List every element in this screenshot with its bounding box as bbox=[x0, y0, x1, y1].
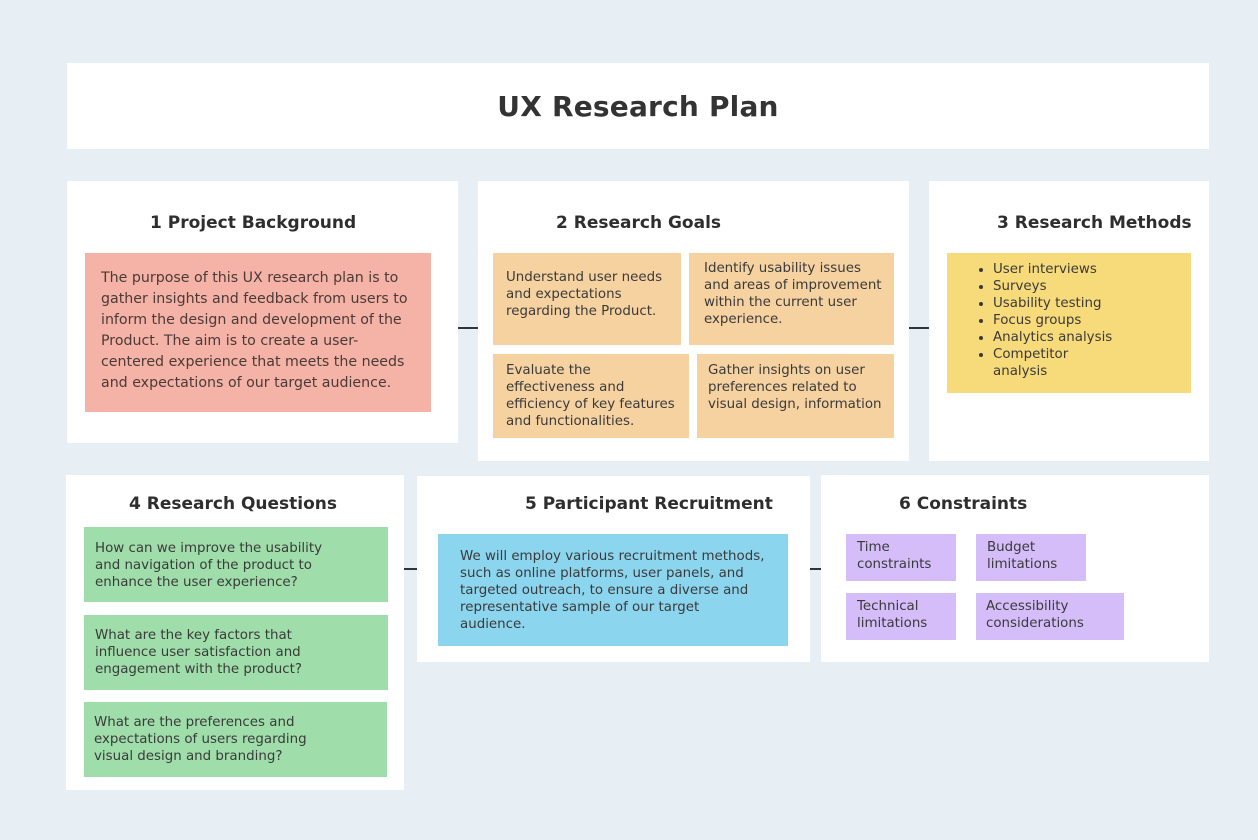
section-heading: 2 Research Goals bbox=[556, 213, 722, 233]
note-text: Understand user needs and expectations r… bbox=[506, 270, 663, 319]
list-item: Competitor analysis bbox=[993, 346, 1103, 380]
section-research-questions: 4 Research Questions How can we improve … bbox=[66, 475, 404, 790]
note-text: Technical limitations bbox=[857, 599, 928, 631]
note-text: What are the preferences and expectation… bbox=[94, 715, 307, 764]
list-item: Usability testing bbox=[993, 295, 1181, 312]
note-text: What are the key factors that influence … bbox=[95, 628, 302, 677]
sticky-note-background[interactable]: The purpose of this UX research plan is … bbox=[85, 253, 431, 412]
list-item: User interviews bbox=[993, 261, 1181, 278]
connector-line bbox=[458, 327, 478, 329]
sticky-note-recruitment[interactable]: We will employ various recruitment metho… bbox=[438, 534, 788, 646]
sticky-note-goal[interactable]: Understand user needs and expectations r… bbox=[493, 253, 681, 345]
sticky-note-goal[interactable]: Evaluate the effectiveness and efficienc… bbox=[493, 354, 689, 438]
list-item: Focus groups bbox=[993, 312, 1181, 329]
section-participant-recruitment: 5 Participant Recruitment We will employ… bbox=[417, 476, 810, 662]
sticky-note-goal[interactable]: Gather insights on user preferences rela… bbox=[697, 354, 894, 438]
sticky-note-constraint[interactable]: Accessibility considerations bbox=[976, 593, 1124, 640]
title-panel: UX Research Plan bbox=[67, 63, 1209, 149]
note-text: The purpose of this UX research plan is … bbox=[101, 270, 408, 391]
section-heading: 1 Project Background bbox=[150, 213, 357, 233]
sticky-note-question[interactable]: How can we improve the usability and nav… bbox=[84, 527, 388, 602]
note-text: Time constraints bbox=[857, 540, 932, 572]
note-text: Identify usability issues and areas of i… bbox=[704, 261, 882, 327]
sticky-note-constraint[interactable]: Technical limitations bbox=[846, 593, 956, 640]
section-heading: 5 Participant Recruitment bbox=[525, 494, 773, 514]
note-text: How can we improve the usability and nav… bbox=[95, 541, 323, 590]
sticky-note-constraint[interactable]: Budget limitations bbox=[976, 534, 1086, 581]
connector-line bbox=[909, 327, 929, 329]
connector-line bbox=[404, 568, 417, 570]
note-text: We will employ various recruitment metho… bbox=[460, 549, 765, 632]
sticky-note-constraint[interactable]: Time constraints bbox=[846, 534, 956, 581]
page-title: UX Research Plan bbox=[497, 89, 779, 123]
list-item: Surveys bbox=[993, 278, 1181, 295]
note-text: Evaluate the effectiveness and efficienc… bbox=[506, 363, 675, 429]
sticky-note-goal[interactable]: Identify usability issues and areas of i… bbox=[689, 253, 894, 345]
note-text: Budget limitations bbox=[987, 540, 1058, 572]
note-text: Gather insights on user preferences rela… bbox=[708, 363, 882, 412]
section-heading: 4 Research Questions bbox=[129, 494, 338, 514]
sticky-note-question[interactable]: What are the key factors that influence … bbox=[84, 615, 388, 690]
list-item: Analytics analysis bbox=[993, 329, 1181, 346]
section-research-methods: 3 Research Methods User interviews Surve… bbox=[929, 181, 1209, 461]
connector-line bbox=[810, 568, 821, 570]
section-research-goals: 2 Research Goals Understand user needs a… bbox=[478, 181, 909, 461]
sticky-note-methods[interactable]: User interviews Surveys Usability testin… bbox=[947, 253, 1191, 393]
section-heading: 6 Constraints bbox=[899, 494, 1028, 514]
methods-list: User interviews Surveys Usability testin… bbox=[947, 261, 1181, 380]
note-text: Accessibility considerations bbox=[986, 599, 1084, 631]
section-constraints: 6 Constraints Time constraints Budget li… bbox=[821, 475, 1209, 662]
section-heading: 3 Research Methods bbox=[997, 213, 1192, 233]
section-project-background: 1 Project Background The purpose of this… bbox=[67, 181, 458, 443]
sticky-note-question[interactable]: What are the preferences and expectation… bbox=[84, 702, 387, 777]
